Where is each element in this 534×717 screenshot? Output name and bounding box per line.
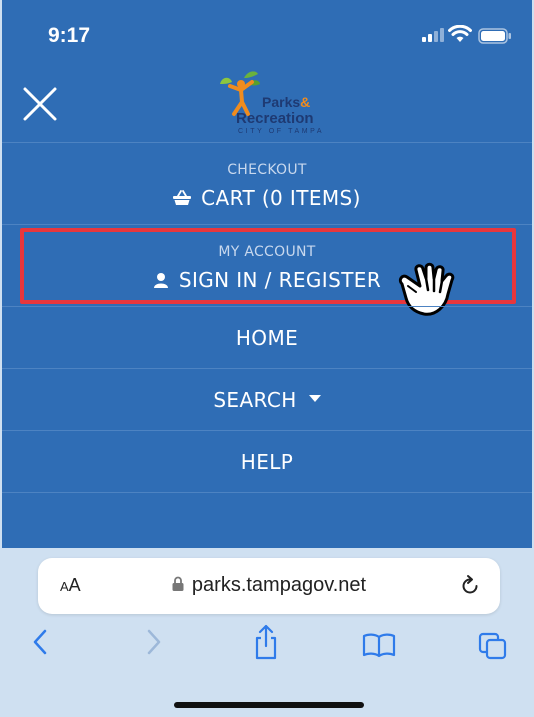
signal-icon	[422, 28, 444, 42]
divider	[2, 306, 532, 307]
divider	[2, 430, 532, 431]
checkout-caption: CHECKOUT	[227, 162, 307, 178]
logo-amp: &	[300, 94, 311, 110]
menu-item-search[interactable]: SEARCH	[2, 388, 532, 412]
divider	[2, 142, 532, 143]
share-icon[interactable]	[252, 624, 280, 660]
pointing-hand-icon	[398, 262, 455, 316]
menu-item-home[interactable]: HOME	[2, 326, 532, 350]
reload-icon[interactable]	[458, 574, 482, 598]
logo-city: CITY OF TAMPA	[238, 128, 325, 135]
home-indicator[interactable]	[174, 702, 364, 708]
parks-recreation-logo[interactable]: Parks& Recreation CITY OF TAMPA	[214, 68, 334, 138]
menu-item-help[interactable]: HELP	[2, 450, 532, 474]
logo-parks: Parks	[262, 94, 301, 110]
divider	[2, 224, 532, 225]
back-icon[interactable]	[30, 628, 50, 656]
phone-screen: 9:17 Parks& Recreation CITY OF TAMPA CHE…	[2, 0, 532, 717]
wifi-icon	[448, 25, 472, 42]
tabs-icon[interactable]	[478, 632, 508, 660]
cart-label: CART (0 ITEMS)	[201, 186, 361, 210]
url-text: parks.tampagov.net	[191, 574, 367, 596]
logo-recreation: Recreation	[236, 110, 314, 127]
caret-down-icon	[308, 395, 321, 402]
close-icon[interactable]	[22, 86, 58, 122]
basket-icon	[173, 189, 192, 205]
battery-icon	[478, 28, 511, 44]
address-bar[interactable]: AA parks.tampagov.net	[38, 558, 500, 614]
divider	[2, 368, 532, 369]
bookmarks-icon[interactable]	[362, 632, 396, 658]
forward-icon[interactable]	[144, 628, 164, 656]
divider	[2, 492, 532, 493]
status-bar: 9:17	[2, 0, 532, 60]
status-time: 9:17	[48, 24, 91, 47]
search-label: SEARCH	[213, 388, 297, 412]
lock-icon	[172, 576, 184, 592]
